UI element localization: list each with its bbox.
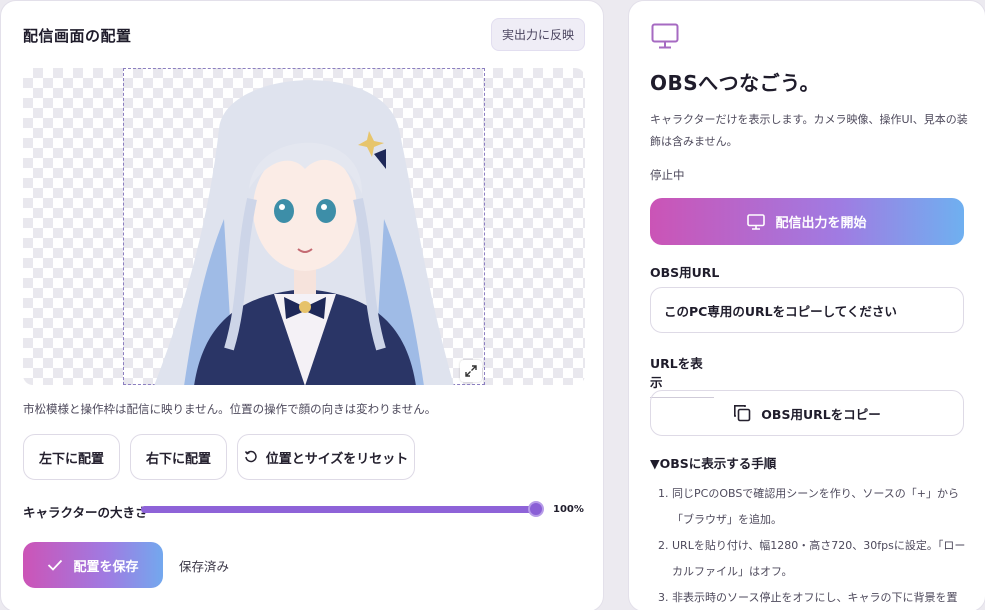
save-label: 配置を保存: [73, 559, 139, 575]
save-placement-button[interactable]: 配置を保存: [23, 542, 163, 588]
start-output-label: 配信出力を開始: [775, 216, 867, 231]
step-number: 1.: [658, 487, 669, 500]
copy-icon: [734, 405, 751, 422]
placement-panel: 配信画面の配置 実出力に反映 市松模様と操作枠は配信に映りません。位置の操作で顔…: [0, 0, 604, 610]
placement-title: 配信画面の配置: [23, 27, 132, 45]
check-icon: [48, 559, 63, 571]
obs-url-field[interactable]: このPC専用のURLをコピーしてください: [650, 287, 964, 333]
list-item: 1. 同じPCのOBSで確認用シーンを作り、ソースの「+」から「ブラウザ」を追加…: [658, 481, 968, 533]
obs-title: OBSへつなごう。: [650, 71, 820, 95]
reset-icon: [244, 450, 257, 463]
size-slider[interactable]: [141, 506, 537, 513]
list-item: 3. 非表示時のソース停止をオフにし、キャラの下に背景を置: [658, 585, 968, 610]
reset-label: 位置とサイズをリセット: [265, 451, 409, 467]
step-text: 非表示時のソース停止をオフにし、キャラの下に背景を置: [672, 591, 958, 604]
output-status: 停止中: [650, 168, 685, 182]
step-number: 2.: [658, 539, 669, 552]
obs-description: キャラクターだけを表示します。カメラ映像、操作UI、見本の装飾は含みません。: [650, 113, 968, 148]
reset-button[interactable]: 位置とサイズをリセット: [237, 434, 415, 480]
bottom-left-button[interactable]: 左下に配置: [23, 434, 120, 480]
expand-icon: [465, 365, 477, 377]
monitor-icon: [651, 23, 679, 49]
step-number: 3.: [658, 591, 669, 604]
copy-url-label: OBS用URLをコピー: [761, 406, 881, 422]
step-text: URLを貼り付け、幅1280・高さ720、30fpsに設定。「ローカルファイル」…: [672, 539, 966, 578]
monitor-icon: [747, 213, 766, 230]
size-slider-thumb[interactable]: [528, 501, 544, 517]
steps-toggle[interactable]: ▼OBSに表示する手順: [650, 453, 776, 472]
size-label: キャラクターの大きさ: [23, 505, 148, 520]
size-value: 100%: [553, 504, 584, 515]
character-image: [154, 80, 454, 385]
step-text: 同じPCのOBSで確認用シーンを作り、ソースの「+」から「ブラウザ」を追加。: [672, 487, 959, 526]
preview-stage: [23, 68, 585, 385]
obs-panel: OBSへつなごう。 キャラクターだけを表示します。カメラ映像、操作UI、見本の装…: [628, 0, 985, 610]
start-output-button[interactable]: 配信出力を開始: [650, 198, 964, 245]
preview-note: 市松模様と操作枠は配信に映りません。位置の操作で顔の向きは変わりません。: [23, 402, 437, 416]
bottom-right-button[interactable]: 右下に配置: [130, 434, 227, 480]
resize-handle[interactable]: [460, 360, 482, 382]
obs-url-label: OBS用URL: [650, 265, 720, 280]
character-frame[interactable]: [123, 68, 485, 385]
copy-url-button[interactable]: OBS用URLをコピー: [650, 390, 964, 436]
steps-list: 1. 同じPCのOBSで確認用シーンを作り、ソースの「+」から「ブラウザ」を追加…: [658, 481, 968, 610]
apply-to-output-button[interactable]: 実出力に反映: [491, 18, 585, 51]
saved-status: 保存済み: [179, 559, 230, 574]
list-item: 2. URLを貼り付け、幅1280・高さ720、30fpsに設定。「ローカルファ…: [658, 533, 968, 585]
